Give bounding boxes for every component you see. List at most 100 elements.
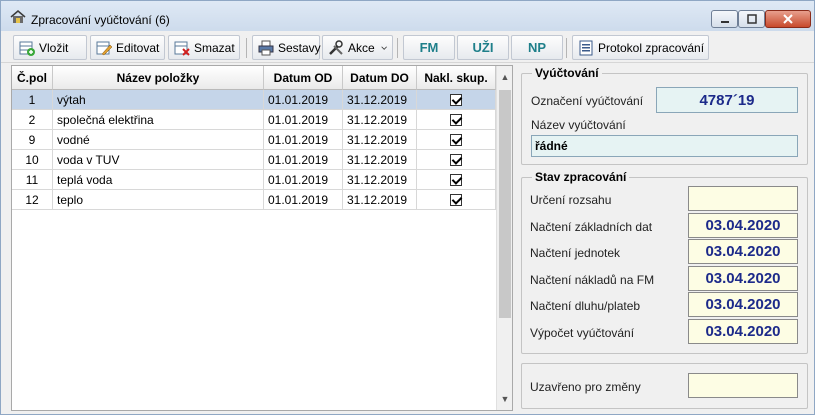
sestavy-button[interactable]: Sestavy	[252, 35, 321, 60]
table-row[interactable]: 2 společná elektřina 01.01.2019 31.12.20…	[12, 110, 496, 130]
cell-nazev: teplá voda	[53, 170, 264, 190]
nacteni-jednotek-label: Načtení jednotek	[530, 246, 621, 260]
header-cpol[interactable]: Č.pol	[12, 66, 53, 90]
minimize-icon	[720, 21, 729, 23]
document-list-icon	[579, 40, 593, 55]
vlozit-button[interactable]: Vložit	[13, 35, 87, 60]
window-count: (6)	[155, 13, 170, 27]
table-row[interactable]: 1 výtah 01.01.2019 31.12.2019	[12, 90, 496, 110]
uzavreno-label: Uzavřeno pro změny	[530, 380, 641, 394]
fm-button[interactable]: FM	[403, 35, 455, 60]
cell-nakl-skup	[417, 110, 496, 130]
protokol-button[interactable]: Protokol zpracování	[572, 35, 709, 60]
close-button[interactable]	[765, 10, 811, 28]
cell-datum-do: 31.12.2019	[343, 130, 417, 150]
cell-cpol: 12	[12, 190, 53, 210]
scroll-thumb[interactable]	[499, 90, 511, 318]
cell-nazev: společná elektřina	[53, 110, 264, 130]
toolbar-separator	[397, 38, 398, 58]
scroll-up-icon[interactable]: ▲	[500, 72, 510, 82]
house-icon	[10, 10, 26, 23]
nazev-label: Název vyúčtování	[531, 118, 626, 132]
toolbar-separator	[566, 38, 567, 58]
edit-icon	[96, 41, 112, 55]
toolbar: Vložit Editovat Smazat Sestavy Akce FM U…	[1, 31, 814, 63]
vyuctovani-title: Vyúčtování	[532, 66, 602, 80]
cell-nazev: výtah	[53, 90, 264, 110]
checkbox[interactable]	[450, 113, 462, 126]
cell-nakl-skup	[417, 150, 496, 170]
cell-datum-od: 01.01.2019	[264, 130, 343, 150]
scroll-down-icon[interactable]: ▼	[500, 394, 510, 404]
vlozit-label: Vložit	[39, 40, 69, 55]
checkbox[interactable]	[450, 193, 462, 206]
vertical-scrollbar[interactable]: ▲ ▼	[496, 66, 512, 410]
vypocet-vyuctovani-field[interactable]: 03.04.2020	[688, 319, 798, 344]
cell-datum-od: 01.01.2019	[264, 170, 343, 190]
nacteni-zakladnich-dat-field[interactable]: 03.04.2020	[688, 213, 798, 238]
cell-cpol: 1	[12, 90, 53, 110]
uzavreno-field[interactable]	[688, 373, 798, 398]
cell-datum-od: 01.01.2019	[264, 190, 343, 210]
nacteni-jednotek-field[interactable]: 03.04.2020	[688, 239, 798, 264]
cell-nazev: voda v TUV	[53, 150, 264, 170]
nacteni-dluhu-field[interactable]: 03.04.2020	[688, 292, 798, 317]
smazat-button[interactable]: Smazat	[168, 35, 240, 60]
smazat-label: Smazat	[194, 40, 235, 55]
checkbox[interactable]	[450, 153, 462, 166]
minimize-button[interactable]	[711, 10, 738, 28]
cell-datum-od: 01.01.2019	[264, 110, 343, 130]
tools-icon	[329, 39, 343, 55]
nacteni-zakladnich-dat-label: Načtení základních dat	[530, 220, 653, 234]
editovat-label: Editovat	[116, 40, 160, 55]
cell-nakl-skup	[417, 130, 496, 150]
checkbox[interactable]	[450, 173, 462, 186]
cell-cpol: 2	[12, 110, 53, 130]
sestavy-label: Sestavy	[278, 40, 321, 55]
checkbox[interactable]	[450, 133, 462, 146]
header-nazev[interactable]: Název položky	[53, 66, 264, 90]
np-label: NP	[527, 40, 547, 55]
cell-datum-do: 31.12.2019	[343, 150, 417, 170]
np-button[interactable]: NP	[511, 35, 563, 60]
cell-nakl-skup	[417, 190, 496, 210]
protokol-label: Protokol zpracování	[598, 40, 705, 55]
uzi-button[interactable]: UŽI	[457, 35, 509, 60]
cell-datum-do: 31.12.2019	[343, 190, 417, 210]
window-title: Zpracování vyúčtování	[31, 13, 152, 27]
oznaceni-label: Označení vyúčtování	[531, 94, 644, 108]
header-datum-do[interactable]: Datum DO	[343, 66, 417, 90]
table-row[interactable]: 9 vodné 01.01.2019 31.12.2019	[12, 130, 496, 150]
cell-datum-do: 31.12.2019	[343, 110, 417, 130]
items-grid[interactable]: Č.pol Název položky Datum OD Datum DO Na…	[11, 65, 513, 411]
cell-nazev: vodné	[53, 130, 264, 150]
cell-nakl-skup	[417, 90, 496, 110]
nazev-field[interactable]: řádné	[531, 135, 798, 157]
header-nakl-skup[interactable]: Nakl. skup.	[417, 66, 496, 90]
cell-datum-od: 01.01.2019	[264, 150, 343, 170]
nacteni-nakladu-label: Načtení nákladů na FM	[530, 273, 655, 287]
fm-label: FM	[419, 40, 439, 55]
akce-dropdown[interactable]: Akce	[322, 35, 393, 60]
akce-label: Akce	[348, 40, 375, 55]
header-datum-od[interactable]: Datum OD	[264, 66, 343, 90]
table-row[interactable]: 11 teplá voda 01.01.2019 31.12.2019	[12, 170, 496, 190]
close-icon	[783, 14, 793, 24]
delete-row-icon	[174, 41, 190, 56]
cell-cpol: 11	[12, 170, 53, 190]
table-row[interactable]: 10 voda v TUV 01.01.2019 31.12.2019	[12, 150, 496, 170]
cell-cpol: 9	[12, 130, 53, 150]
checkbox[interactable]	[450, 93, 462, 106]
cell-datum-do: 31.12.2019	[343, 170, 417, 190]
nacteni-nakladu-field[interactable]: 03.04.2020	[688, 266, 798, 291]
editovat-button[interactable]: Editovat	[90, 35, 165, 60]
table-row[interactable]: 12 teplo 01.01.2019 31.12.2019	[12, 190, 496, 210]
urceni-rozsahu-field[interactable]	[688, 186, 798, 211]
cell-datum-do: 31.12.2019	[343, 90, 417, 110]
vypocet-vyuctovani-label: Výpočet vyúčtování	[530, 326, 635, 340]
oznaceni-field[interactable]: 4787´19	[656, 87, 798, 113]
maximize-button[interactable]	[738, 10, 765, 28]
title-bar: Zpracování vyúčtování (6)	[1, 1, 814, 31]
nacteni-dluhu-label: Načtení dluhu/plateb	[530, 299, 641, 313]
uzi-label: UŽI	[472, 40, 494, 55]
